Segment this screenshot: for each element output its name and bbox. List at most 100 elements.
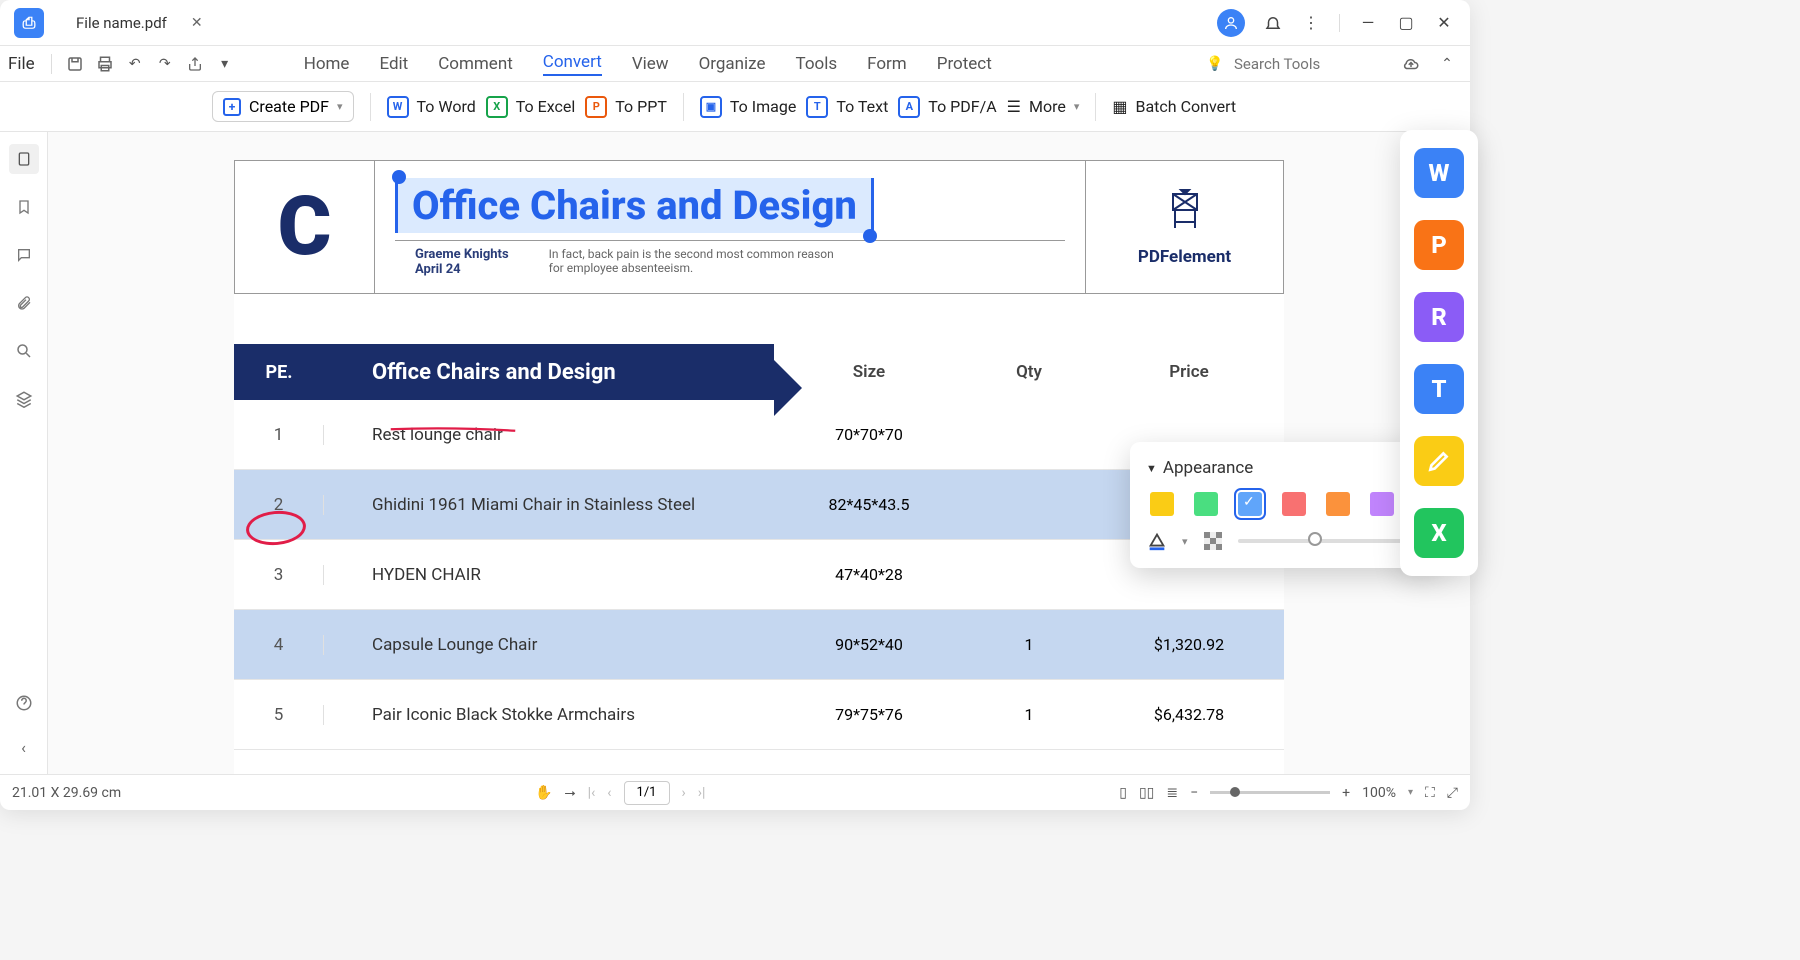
fullscreen-icon[interactable]: ⤢ [1447, 785, 1458, 801]
zoom-slider[interactable] [1210, 791, 1330, 794]
author-block: Graeme Knights April 24 [415, 247, 509, 277]
redo-icon[interactable]: ↷ [154, 53, 176, 75]
tab-edit[interactable]: Edit [379, 54, 408, 74]
row-qty: 1 [964, 705, 1094, 724]
selection-handle-start[interactable] [392, 170, 406, 184]
help-icon[interactable] [9, 688, 39, 718]
collapse-sidebar-icon[interactable]: ‹ [9, 732, 39, 762]
fill-color-icon[interactable] [1146, 530, 1168, 552]
tile-edit[interactable] [1414, 436, 1464, 486]
header-pe: PE. [234, 362, 324, 383]
to-image-button[interactable]: ▣To Image [700, 96, 796, 118]
row-name: Pair Iconic Black Stokke Armchairs [324, 705, 774, 725]
selection-handle-end[interactable] [863, 229, 877, 243]
minimize-icon[interactable]: — [1358, 13, 1378, 33]
kebab-menu-icon[interactable]: ⋮ [1301, 13, 1321, 33]
next-page-icon[interactable]: › [682, 785, 686, 801]
tab-convert[interactable]: Convert [543, 52, 602, 76]
chevron-down-icon[interactable]: ▾ [1182, 535, 1188, 548]
tab-tools[interactable]: Tools [796, 54, 838, 74]
to-ppt-button[interactable]: PTo PPT [585, 96, 667, 118]
user-avatar-icon[interactable] [1217, 9, 1245, 37]
zoom-out-icon[interactable]: − [1190, 785, 1198, 801]
thumbnails-icon[interactable] [9, 144, 39, 174]
first-page-icon[interactable]: |‹ [588, 785, 596, 801]
swatch-red[interactable] [1282, 492, 1306, 516]
file-menu[interactable]: File [8, 54, 35, 74]
prev-page-icon[interactable]: ‹ [607, 785, 611, 801]
swatch-yellow[interactable] [1150, 492, 1174, 516]
hand-tool-icon[interactable]: ✋ [535, 785, 552, 801]
create-pdf-button[interactable]: + Create PDF ▾ [212, 91, 354, 122]
tile-excel[interactable]: X [1414, 508, 1464, 558]
selected-title-text[interactable]: Office Chairs and Design [395, 178, 874, 233]
row-size: 70*70*70 [774, 425, 964, 444]
layers-icon[interactable] [9, 384, 39, 414]
batch-convert-button[interactable]: ▦Batch Convert [1112, 97, 1236, 116]
single-page-icon[interactable]: ▯ [1119, 785, 1127, 801]
status-bar: 21.01 X 29.69 cm ✋ ⭢ |‹ ‹ › ›| ▯ ▯▯ ≣ − … [0, 774, 1470, 810]
tile-word[interactable]: W [1414, 148, 1464, 198]
bookmark-icon[interactable] [9, 192, 39, 222]
document-canvas[interactable]: C Office Chairs and Design Graeme Knigh [48, 132, 1470, 774]
cloud-upload-icon[interactable] [1400, 53, 1422, 75]
share-icon[interactable] [184, 53, 206, 75]
file-tab[interactable]: File name.pdf ✕ [68, 0, 211, 45]
swatch-orange[interactable] [1326, 492, 1350, 516]
swatch-green[interactable] [1194, 492, 1218, 516]
to-text-button[interactable]: TTo Text [806, 96, 888, 118]
save-icon[interactable] [64, 53, 86, 75]
row-name: Capsule Lounge Chair [324, 635, 774, 655]
bell-icon[interactable] [1263, 13, 1283, 33]
opacity-slider[interactable] [1238, 539, 1424, 543]
to-excel-button[interactable]: XTo Excel [486, 96, 576, 118]
dropdown-icon[interactable]: ▾ [214, 53, 236, 75]
close-tab-icon[interactable]: ✕ [191, 15, 203, 31]
attachment-icon[interactable] [9, 288, 39, 318]
zoom-thumb[interactable] [1230, 787, 1240, 797]
to-pdfa-button[interactable]: ATo PDF/A [898, 96, 996, 118]
two-page-icon[interactable]: ▯▯ [1139, 785, 1154, 801]
swatch-blue[interactable] [1238, 492, 1262, 516]
author-name: Graeme Knights [415, 247, 509, 262]
tab-home[interactable]: Home [304, 54, 350, 74]
page-number-input[interactable] [624, 781, 670, 805]
chevron-down-icon[interactable]: ▾ [1408, 787, 1413, 798]
comment-panel-icon[interactable] [9, 240, 39, 270]
swatch-purple[interactable] [1370, 492, 1394, 516]
more-button[interactable]: ☰More▾ [1007, 97, 1080, 116]
brand-cell: PDFelement [1085, 161, 1283, 293]
select-tool-icon[interactable]: ⭢ [564, 785, 575, 801]
search-tools-input[interactable] [1234, 55, 1384, 73]
batch-convert-label: Batch Convert [1136, 97, 1237, 116]
row-price: $1,320.92 [1094, 635, 1284, 654]
tab-form[interactable]: Form [867, 54, 907, 74]
tile-text[interactable]: T [1414, 364, 1464, 414]
page-dimensions: 21.01 X 29.69 cm [12, 785, 121, 801]
search-icon[interactable] [9, 336, 39, 366]
fit-width-icon[interactable]: ⛶ [1425, 785, 1435, 801]
color-swatches [1146, 492, 1424, 516]
tab-comment[interactable]: Comment [438, 54, 513, 74]
appearance-header[interactable]: ▼ Appearance [1146, 458, 1424, 478]
app-window: ⎙ File name.pdf ✕ ⋮ — ▢ ✕ File ↶ ↷ ▾ [0, 0, 1470, 810]
header-size: Size [774, 362, 964, 382]
print-icon[interactable] [94, 53, 116, 75]
collapse-ribbon-icon[interactable]: ⌃ [1436, 53, 1458, 75]
zoom-in-icon[interactable]: + [1342, 785, 1350, 801]
close-window-icon[interactable]: ✕ [1434, 13, 1454, 33]
scroll-icon[interactable]: ≣ [1166, 785, 1178, 801]
tile-powerpoint[interactable]: P [1414, 220, 1464, 270]
tab-view[interactable]: View [632, 54, 669, 74]
last-page-icon[interactable]: ›| [698, 785, 706, 801]
opacity-grid-icon[interactable] [1202, 530, 1224, 552]
slider-thumb[interactable] [1308, 532, 1322, 546]
tab-protect[interactable]: Protect [937, 54, 992, 74]
tile-rtf[interactable]: R [1414, 292, 1464, 342]
to-word-button[interactable]: WTo Word [387, 96, 476, 118]
maximize-icon[interactable]: ▢ [1396, 13, 1416, 33]
undo-icon[interactable]: ↶ [124, 53, 146, 75]
tab-organize[interactable]: Organize [699, 54, 766, 74]
lightbulb-icon[interactable]: 💡 [1204, 53, 1226, 75]
row-size: 90*52*40 [774, 635, 964, 654]
